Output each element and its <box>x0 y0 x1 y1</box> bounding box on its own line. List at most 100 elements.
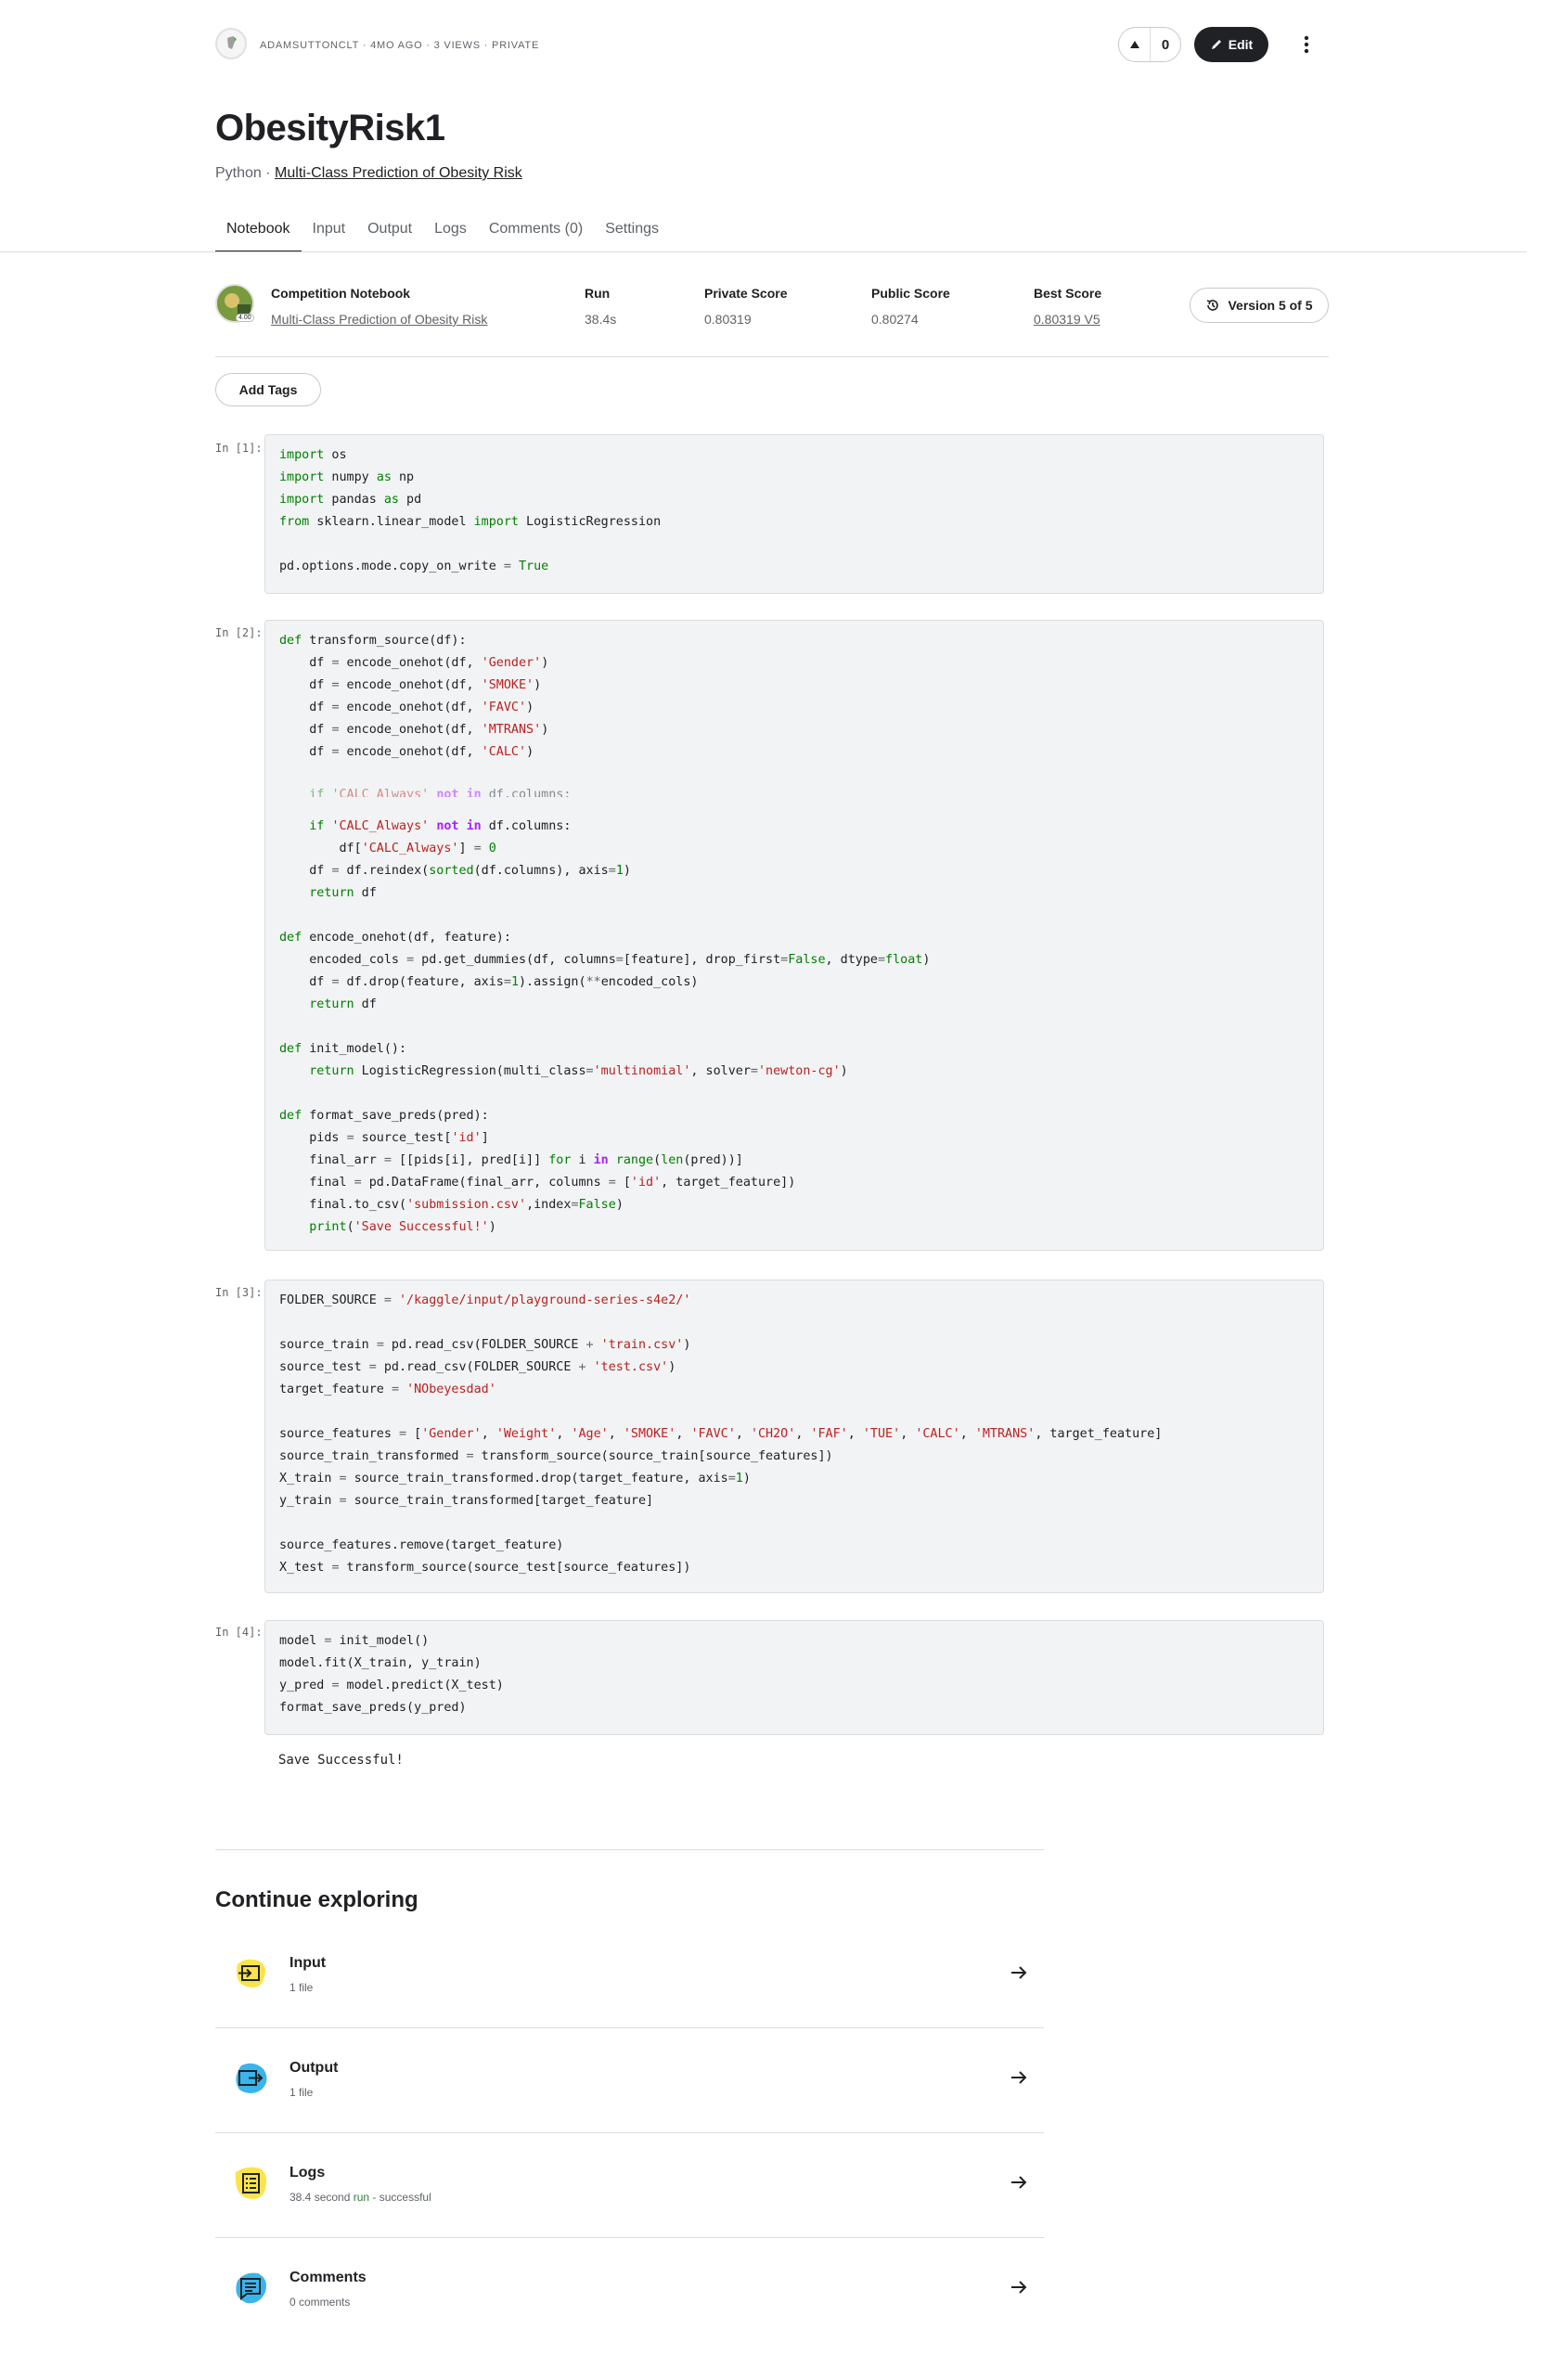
caret-up-icon <box>1129 41 1139 48</box>
competition-notebook-link[interactable]: Multi-Class Prediction of Obesity Risk <box>271 312 487 327</box>
code-line: encoded_cols = pd.get_dummies(df, column… <box>279 953 931 967</box>
upvote-control[interactable]: 0 <box>1118 27 1181 62</box>
explore-item-name: Output <box>290 2060 339 2076</box>
explore-item-subtitle: 0 comments <box>290 2296 351 2309</box>
top-bar: ADAMSUTTONCLT · 4MO AGO · 3 VIEWS · PRIV… <box>215 24 1329 69</box>
code-cell[interactable]: model = init_model() model.fit(X_train, … <box>264 1620 1324 1735</box>
code-line: df = encode_onehot(df, 'Gender') <box>279 656 549 670</box>
code-line: import numpy as np <box>279 470 415 484</box>
competition-tier-badge: 4.00 <box>236 314 254 322</box>
output-icon <box>236 2063 267 2093</box>
cell-prompt: In [1]: <box>215 442 263 455</box>
vote-count: 0 <box>1161 36 1170 53</box>
explore-item-name: Input <box>290 1955 327 1971</box>
arrow-right-icon <box>1011 2176 1027 2189</box>
notebook-meta: ADAMSUTTONCLT · 4MO AGO · 3 VIEWS · PRIV… <box>260 40 540 51</box>
edit-button[interactable]: Edit <box>1194 27 1268 62</box>
logs-sub-suffix: - successful <box>369 2191 431 2204</box>
code-line: X_train = source_train_transformed.drop(… <box>279 1472 751 1486</box>
user-avatar[interactable] <box>215 28 247 59</box>
explore-item-logs[interactable]: Logs 38.4 second run - successful <box>215 2133 1044 2238</box>
code-line: import pandas as pd <box>279 493 422 507</box>
code-line: y_train = source_train_transformed[targe… <box>279 1494 654 1508</box>
explore-item-name: Comments <box>290 2270 367 2285</box>
run-label: Run <box>585 286 611 301</box>
code-line: model = init_model() <box>279 1634 430 1648</box>
cell-prompt: In [4]: <box>215 1626 263 1639</box>
code-cell[interactable]: import os import numpy as np import pand… <box>264 434 1324 594</box>
code-line: model.fit(X_train, y_train) <box>279 1656 482 1670</box>
code-line: pd.options.mode.copy_on_write = True <box>279 560 549 573</box>
tab-output[interactable]: Output <box>356 215 423 252</box>
explore-item-subtitle: 1 file <box>290 2086 314 2099</box>
tab-logs[interactable]: Logs <box>423 215 478 252</box>
code-line: return df <box>309 886 377 900</box>
logs-sub-highlight: run <box>353 2191 370 2204</box>
code-line: df = df.drop(feature, axis=1).assign(**e… <box>279 975 699 989</box>
code-line: def format_save_preds(pred): <box>279 1109 489 1123</box>
code-line-clipped: if 'CALC_Always' not in df.columns: <box>309 788 572 797</box>
competition-label: Competition Notebook <box>271 286 411 301</box>
code-line: format_save_preds(y_pred) <box>279 1701 467 1715</box>
logs-icon <box>235 2167 267 2199</box>
version-button[interactable]: Version 5 of 5 <box>1190 288 1329 323</box>
version-label: Version 5 of 5 <box>1228 298 1313 313</box>
explore-item-subtitle: 38.4 second run - successful <box>290 2191 431 2204</box>
code-cell[interactable]: FOLDER_SOURCE = '/kaggle/input/playgroun… <box>264 1280 1324 1593</box>
pencil-icon <box>1211 40 1221 49</box>
code-line: import os <box>279 448 347 462</box>
input-icon <box>237 1959 265 1988</box>
explore-item-name: Logs <box>290 2165 326 2181</box>
arrow-right-icon <box>1011 2071 1027 2084</box>
explore-item-input[interactable]: Input 1 file <box>215 1923 1044 2028</box>
cell-prompt: In [2]: <box>215 626 263 639</box>
code-line: return LogisticRegression(multi_class='m… <box>309 1064 848 1078</box>
tab-input[interactable]: Input <box>302 215 357 252</box>
code-line: source_features = ['Gender', 'Weight', '… <box>279 1427 1163 1441</box>
code-cell[interactable]: def transform_source(df): df = encode_on… <box>264 620 1324 1251</box>
code-line: X_test = transform_source(source_test[so… <box>279 1561 691 1575</box>
competition-summary: 4.00 Competition Notebook Multi-Class Pr… <box>215 282 1329 356</box>
competition-divider <box>215 356 1329 357</box>
code-line: final_arr = [[pids[i], pred[i]] for i in… <box>279 1153 743 1167</box>
competition-link[interactable]: Multi-Class Prediction of Obesity Risk <box>275 165 522 181</box>
edit-button-label: Edit <box>1228 37 1254 52</box>
cell-prompt: In [3]: <box>215 1286 263 1299</box>
private-score-label: Private Score <box>704 286 788 301</box>
public-score-value: 0.80274 <box>871 312 919 327</box>
tab-comments[interactable]: Comments (0) <box>478 215 594 252</box>
page-title: ObesityRisk1 <box>215 108 445 148</box>
code-line: FOLDER_SOURCE = '/kaggle/input/playgroun… <box>279 1293 691 1307</box>
explore-item-comments[interactable]: Comments 0 comments <box>215 2238 1044 2343</box>
code-line: def encode_onehot(df, feature): <box>279 931 511 945</box>
upvote-button[interactable] <box>1119 28 1151 61</box>
code-line: df = encode_onehot(df, 'CALC') <box>279 745 534 759</box>
best-score-stat: Best Score 0.80319 V5 <box>1034 286 1101 327</box>
tab-notebook[interactable]: Notebook <box>215 215 302 252</box>
code-line: target_feature = 'NObeyesdad' <box>279 1383 496 1396</box>
explore-divider <box>215 1849 1044 1850</box>
code-line: df = df.reindex(sorted(df.columns), axis… <box>279 864 631 878</box>
tab-settings[interactable]: Settings <box>594 215 670 252</box>
code-line: source_train_transformed = transform_sou… <box>279 1449 833 1463</box>
best-score-link[interactable]: 0.80319 V5 <box>1034 312 1100 327</box>
arrow-right-icon <box>1011 1966 1027 1979</box>
more-options-button[interactable] <box>1293 32 1319 58</box>
add-tags-button[interactable]: Add Tags <box>215 373 321 406</box>
code-line: def init_model(): <box>279 1042 407 1056</box>
language-label: Python · <box>215 165 276 181</box>
tab-bar: Notebook Input Output Logs Comments (0) … <box>215 215 670 252</box>
code-line: final.to_csv('submission.csv',index=Fals… <box>279 1198 624 1212</box>
code-line: if 'CALC_Always' not in df.columns: <box>309 819 572 833</box>
user-avatar-icon <box>227 36 237 49</box>
explore-item-output[interactable]: Output 1 file <box>215 2028 1044 2133</box>
explore-item-subtitle: 1 file <box>290 1981 314 1994</box>
